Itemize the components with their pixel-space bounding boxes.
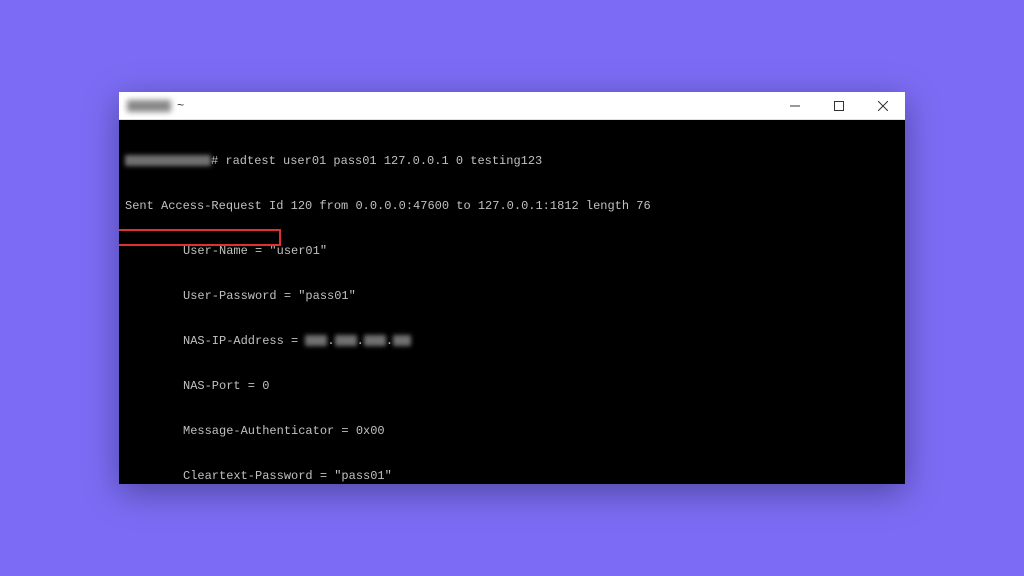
terminal-line: Cleartext-Password = "pass01" xyxy=(119,469,905,484)
window-controls xyxy=(773,92,905,119)
terminal-line: # radtest user01 pass01 127.0.0.1 0 test… xyxy=(119,154,905,169)
window-title: ~ xyxy=(127,99,184,113)
nas-ip-label: NAS-IP-Address = xyxy=(183,334,305,348)
terminal-window: ~ # radtest user01 pass01 127.0.0.1 0 te… xyxy=(119,92,905,484)
terminal-line: NAS-IP-Address = ... xyxy=(119,334,905,349)
minimize-button[interactable] xyxy=(773,92,817,120)
terminal-line: Sent Access-Request Id 120 from 0.0.0.0:… xyxy=(119,199,905,214)
terminal-line: User-Name = "user01" xyxy=(119,244,905,259)
maximize-button[interactable] xyxy=(817,92,861,120)
prompt-redacted xyxy=(125,155,211,166)
terminal-line: User-Password = "pass01" xyxy=(119,289,905,304)
ip-redacted xyxy=(393,335,411,346)
close-button[interactable] xyxy=(861,92,905,120)
terminal-line: Message-Authenticator = 0x00 xyxy=(119,424,905,439)
ip-redacted xyxy=(335,335,357,346)
ip-redacted xyxy=(364,335,386,346)
command-text: # radtest user01 pass01 127.0.0.1 0 test… xyxy=(211,154,542,168)
title-suffix: ~ xyxy=(177,99,184,113)
ip-redacted xyxy=(305,335,327,346)
terminal-body[interactable]: # radtest user01 pass01 127.0.0.1 0 test… xyxy=(119,120,905,484)
title-redacted xyxy=(127,100,171,112)
titlebar[interactable]: ~ xyxy=(119,92,905,120)
terminal-line: NAS-Port = 0 xyxy=(119,379,905,394)
